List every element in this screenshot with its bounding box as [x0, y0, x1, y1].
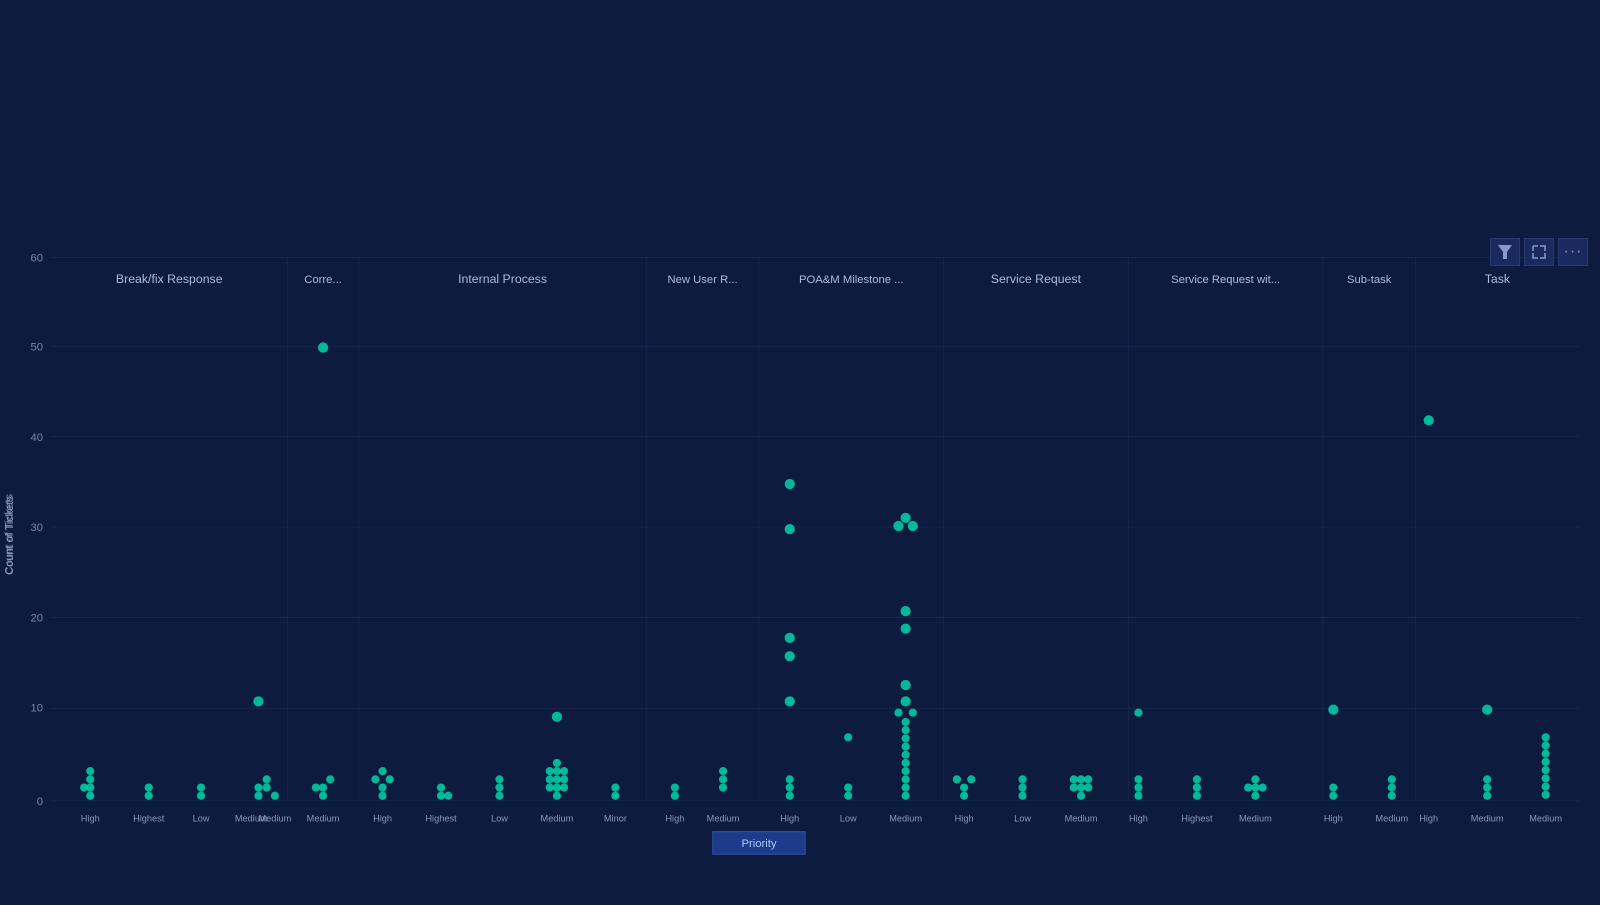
more-button[interactable]: ···	[1558, 238, 1588, 266]
svg-text:Medium: Medium	[307, 813, 340, 823]
svg-text:10: 10	[31, 703, 44, 715]
svg-text:Highest: Highest	[133, 813, 165, 823]
svg-text:High: High	[1419, 813, 1438, 823]
toolbar: ···	[1490, 238, 1588, 266]
svg-text:20: 20	[31, 612, 44, 624]
svg-text:Break/fix Response: Break/fix Response	[116, 272, 223, 286]
svg-text:Medium: Medium	[1065, 813, 1098, 823]
svg-text:High: High	[955, 813, 974, 823]
svg-text:50: 50	[31, 342, 44, 354]
svg-text:Medium: Medium	[1239, 813, 1272, 823]
svg-text:Low: Low	[193, 813, 210, 823]
svg-text:High: High	[665, 813, 684, 823]
svg-text:Minor: Minor	[604, 813, 627, 823]
svg-text:High: High	[1129, 813, 1148, 823]
svg-text:0: 0	[37, 796, 43, 808]
svg-text:Low: Low	[491, 813, 508, 823]
svg-text:Sub-task: Sub-task	[1347, 274, 1392, 286]
svg-text:High: High	[373, 813, 392, 823]
svg-text:40: 40	[31, 432, 44, 444]
svg-text:High: High	[1324, 813, 1343, 823]
svg-text:Count of Tickets: Count of Tickets	[3, 493, 15, 574]
expand-button[interactable]	[1524, 238, 1554, 266]
svg-text:Low: Low	[840, 813, 857, 823]
svg-text:60: 60	[31, 252, 44, 264]
svg-text:Highest: Highest	[1181, 813, 1213, 823]
svg-text:Low: Low	[1014, 813, 1031, 823]
svg-text:Task: Task	[1485, 272, 1511, 286]
svg-text:Medium: Medium	[1375, 813, 1408, 823]
svg-text:Medium: Medium	[258, 813, 291, 823]
svg-text:Medium: Medium	[541, 813, 574, 823]
svg-text:New User R...: New User R...	[668, 274, 738, 286]
svg-text:High: High	[81, 813, 100, 823]
svg-text:Priority: Priority	[741, 838, 776, 850]
svg-text:Medium: Medium	[707, 813, 740, 823]
chart-container: ··· 60 50 40 30 20 10 0 Count of Tickets	[0, 230, 1600, 900]
svg-text:Medium: Medium	[1529, 813, 1562, 823]
svg-text:High: High	[780, 813, 799, 823]
svg-text:Internal Process: Internal Process	[458, 272, 547, 286]
svg-text:Service Request wit...: Service Request wit...	[1171, 274, 1280, 286]
svg-text:Highest: Highest	[425, 813, 457, 823]
svg-text:Service Request: Service Request	[991, 272, 1082, 286]
svg-text:POA&M Milestone ...: POA&M Milestone ...	[799, 274, 904, 286]
filter-button[interactable]	[1490, 238, 1520, 266]
svg-text:Medium: Medium	[1471, 813, 1504, 823]
svg-text:Medium: Medium	[889, 813, 922, 823]
svg-text:Corre...: Corre...	[304, 274, 342, 286]
scatter-chart: 60 50 40 30 20 10 0 Count of Tickets Bre…	[0, 230, 1600, 900]
top-area	[0, 0, 1600, 230]
svg-text:30: 30	[31, 522, 44, 534]
